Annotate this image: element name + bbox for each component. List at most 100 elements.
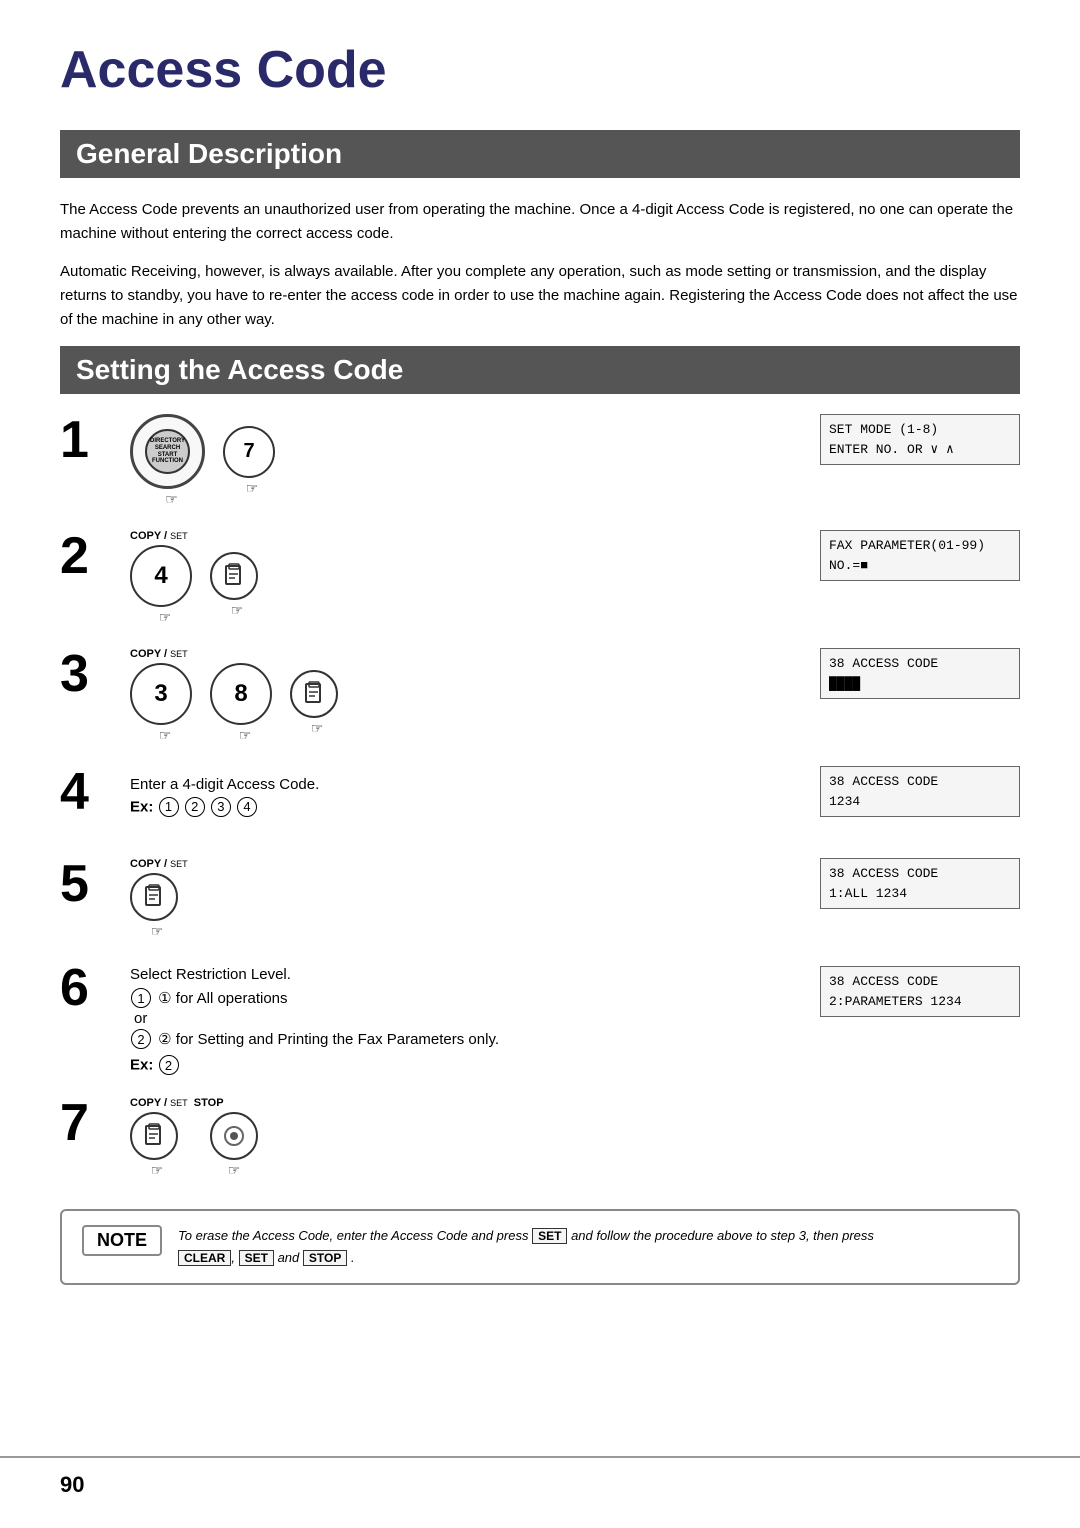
lcd-display-3: 38 ACCESS CODE ████ [820, 648, 1020, 699]
step-3-buttons: COPY / SET 3 ☞ 8 ☞ [130, 648, 354, 744]
lcd-line1-4: 38 ACCESS CODE [829, 772, 1011, 792]
copy-set-label-2: COPY / SET [130, 530, 188, 542]
stop-dot [230, 1132, 238, 1140]
step-5-buttons: COPY / SET ☞ [130, 858, 194, 940]
finger-icon-7a: ☞ [151, 1162, 164, 1179]
lcd-line1-2: FAX PARAMETER(01-99) [829, 536, 1011, 556]
lcd-display-5: 38 ACCESS CODE 1:ALL 1234 [820, 858, 1020, 909]
general-description-header: General Description [60, 130, 1020, 178]
step-4-row: 4 Enter a 4-digit Access Code. Ex: 1 2 3… [60, 766, 1020, 836]
finger-icon-2a: ☞ [159, 609, 172, 626]
function-dial-wrapper: DIRECTORYSEARCHSTARTFUNCTION ☞ [130, 414, 213, 508]
step-1-row: 1 DIRECTORYSEARCHSTARTFUNCTION ☞ [60, 414, 1020, 508]
step-4-description: Enter a 4-digit Access Code. [130, 776, 319, 793]
lcd-line1-6: 38 ACCESS CODE [829, 972, 1011, 992]
step-3-row: 3 COPY / SET 3 ☞ 8 ☞ [60, 648, 1020, 744]
step-5-lcd: 38 ACCESS CODE 1:ALL 1234 [760, 858, 1020, 909]
lcd-line2-3: ████ [829, 674, 1011, 694]
step-6-number: 6 [60, 962, 120, 1014]
step-4-example: Ex: 1 2 3 4 [130, 797, 319, 817]
note-text3: , [231, 1250, 235, 1265]
step-3-lcd: 38 ACCESS CODE ████ [760, 648, 1020, 699]
circle-2: 2 [185, 797, 205, 817]
lcd-line1-3: 38 ACCESS CODE [829, 654, 1011, 674]
button-4-wrapper: 4 ☞ [130, 545, 200, 626]
ex-label-4: Ex: [130, 798, 153, 815]
copy-set-button-5[interactable] [130, 873, 178, 921]
note-text1: To erase the Access Code, enter the Acce… [178, 1228, 528, 1243]
circle-1: 1 [159, 797, 179, 817]
lcd-line2-6: 2:PARAMETERS 1234 [829, 992, 1011, 1012]
setting-access-code-section: Setting the Access Code 1 DIRECTORYSEARC… [60, 346, 1020, 1179]
step-7-row: 7 COPY / SET STOP [60, 1097, 1020, 1179]
note-text4: and [278, 1250, 300, 1265]
copy-set-btn-2-wrapper: ☞ [210, 552, 264, 619]
page: Access Code General Description The Acce… [0, 0, 1080, 1528]
button-7[interactable]: 7 [223, 426, 275, 478]
bottom-divider [0, 1456, 1080, 1458]
stop-inner-icon [224, 1126, 244, 1146]
function-dial[interactable]: DIRECTORYSEARCHSTARTFUNCTION [130, 414, 205, 489]
copy-set-icon-3 [300, 680, 328, 708]
button-4[interactable]: 4 [130, 545, 192, 607]
step-2-buttons: COPY / SET 4 ☞ [130, 530, 274, 626]
page-title: Access Code [60, 40, 1020, 100]
step-5-row: 5 COPY / SET [60, 858, 1020, 940]
note-text: To erase the Access Code, enter the Acce… [178, 1225, 874, 1269]
finger-icon-5: ☞ [151, 923, 164, 940]
step-6-text: Select Restriction Level. 1 ① for All op… [130, 966, 499, 1075]
note-label: NOTE [82, 1225, 162, 1256]
copy-set-stop-label-7: COPY / SET STOP [130, 1097, 224, 1109]
general-description-p2: Automatic Receiving, however, is always … [60, 260, 1020, 332]
step-7-buttons: COPY / SET STOP [130, 1097, 268, 1179]
step-5-number: 5 [60, 858, 120, 910]
lcd-display-2: FAX PARAMETER(01-99) NO.=■ [820, 530, 1020, 581]
option2-text: ② for Setting and Printing the Fax Param… [158, 1031, 499, 1048]
button-7-wrapper: 7 ☞ [223, 426, 281, 497]
lcd-display-4: 38 ACCESS CODE 1234 [820, 766, 1020, 817]
setting-access-code-header: Setting the Access Code [60, 346, 1020, 394]
copy-set-btn-3-wrapper: ☞ [290, 670, 344, 737]
copy-set-button-2[interactable] [210, 552, 258, 600]
step-2-lcd: FAX PARAMETER(01-99) NO.=■ [760, 530, 1020, 581]
circle-option1: 1 [131, 988, 151, 1008]
circle-option2: 2 [131, 1029, 151, 1049]
lcd-line1-5: 38 ACCESS CODE [829, 864, 1011, 884]
step-6-example: Ex: 2 [130, 1055, 499, 1075]
copy-set-btn-7-wrapper: ☞ [130, 1112, 184, 1179]
finger-icon-1a: ☞ [165, 491, 178, 508]
stop-button-7[interactable] [210, 1112, 258, 1160]
step-6-row: 6 Select Restriction Level. 1 ① for All … [60, 962, 1020, 1075]
step-1-lcd: SET MODE (1-8) ENTER NO. OR ∨ ∧ [760, 414, 1020, 465]
step-6-option2: 2 ② for Setting and Printing the Fax Par… [130, 1029, 499, 1049]
copy-set-btn-5-wrapper: ☞ [130, 873, 184, 940]
finger-icon-1b: ☞ [246, 480, 259, 497]
step-6-option1: 1 ① for All operations [130, 988, 499, 1008]
copy-set-label-3: COPY / SET [130, 648, 188, 660]
step-6-lcd: 38 ACCESS CODE 2:PARAMETERS 1234 [760, 962, 1020, 1017]
page-number: 90 [60, 1472, 84, 1498]
note-key3: SET [239, 1250, 274, 1266]
step-6-select-label: Select Restriction Level. [130, 966, 499, 983]
circle-4: 4 [237, 797, 257, 817]
button-3-wrapper: 3 ☞ [130, 663, 200, 744]
button-8[interactable]: 8 [210, 663, 272, 725]
step-1-content: DIRECTORYSEARCHSTARTFUNCTION ☞ 7 ☞ [130, 414, 760, 508]
note-text2: and follow the procedure above to step 3… [571, 1228, 874, 1243]
step-6-content: Select Restriction Level. 1 ① for All op… [130, 962, 760, 1075]
circle-3: 3 [211, 797, 231, 817]
lcd-display-6: 38 ACCESS CODE 2:PARAMETERS 1234 [820, 966, 1020, 1017]
option1-text: ① for All operations [158, 990, 287, 1007]
step-1-buttons: DIRECTORYSEARCHSTARTFUNCTION ☞ 7 ☞ [130, 414, 291, 508]
copy-set-button-7[interactable] [130, 1112, 178, 1160]
note-text5: . [351, 1250, 355, 1265]
button-3[interactable]: 3 [130, 663, 192, 725]
ex-label-6: Ex: [130, 1057, 153, 1074]
step-3-content: COPY / SET 3 ☞ 8 ☞ [130, 648, 760, 744]
step-3-number: 3 [60, 648, 120, 700]
step-2-row: 2 COPY / SET 4 ☞ [60, 530, 1020, 626]
finger-icon-7b: ☞ [228, 1162, 241, 1179]
step-1-number: 1 [60, 414, 120, 466]
copy-set-button-3[interactable] [290, 670, 338, 718]
copy-set-icon-2 [220, 562, 248, 590]
